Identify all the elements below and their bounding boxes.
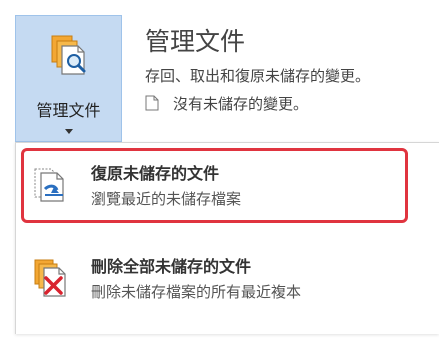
menu-item-recover-unsaved[interactable]: 復原未儲存的文件 瀏覽最近的未儲存檔案 — [16, 148, 439, 226]
status-row: 沒有未儲存的變更。 — [145, 93, 308, 114]
manage-document-label: 管理文件 — [36, 101, 101, 120]
menu-item-description: 瀏覽最近的未儲存檔案 — [91, 190, 242, 208]
chevron-down-icon — [65, 129, 73, 134]
recover-document-icon — [34, 168, 64, 202]
menu-item-title: 復原未儲存的文件 — [91, 164, 220, 183]
section-description: 存回、取出和復原未儲存的變更。 — [145, 67, 371, 85]
manage-document-button[interactable]: 管理文件 — [15, 15, 122, 142]
menu-item-description: 刪除未儲存檔案的所有最近複本 — [91, 283, 302, 301]
manage-document-dropdown: 復原未儲存的文件 瀏覽最近的未儲存檔案 刪除全部未儲存的文件 刪除未儲存檔案的所… — [15, 142, 439, 334]
section-title: 管理文件 — [145, 27, 246, 56]
menu-item-delete-unsaved[interactable]: 刪除全部未儲存的文件 刪除未儲存檔案的所有最近複本 — [16, 241, 439, 319]
menu-item-title: 刪除全部未儲存的文件 — [91, 257, 252, 276]
status-text: 沒有未儲存的變更。 — [173, 95, 309, 113]
manage-document-icon — [51, 35, 86, 75]
document-icon — [145, 95, 159, 111]
delete-documents-icon — [34, 259, 66, 297]
